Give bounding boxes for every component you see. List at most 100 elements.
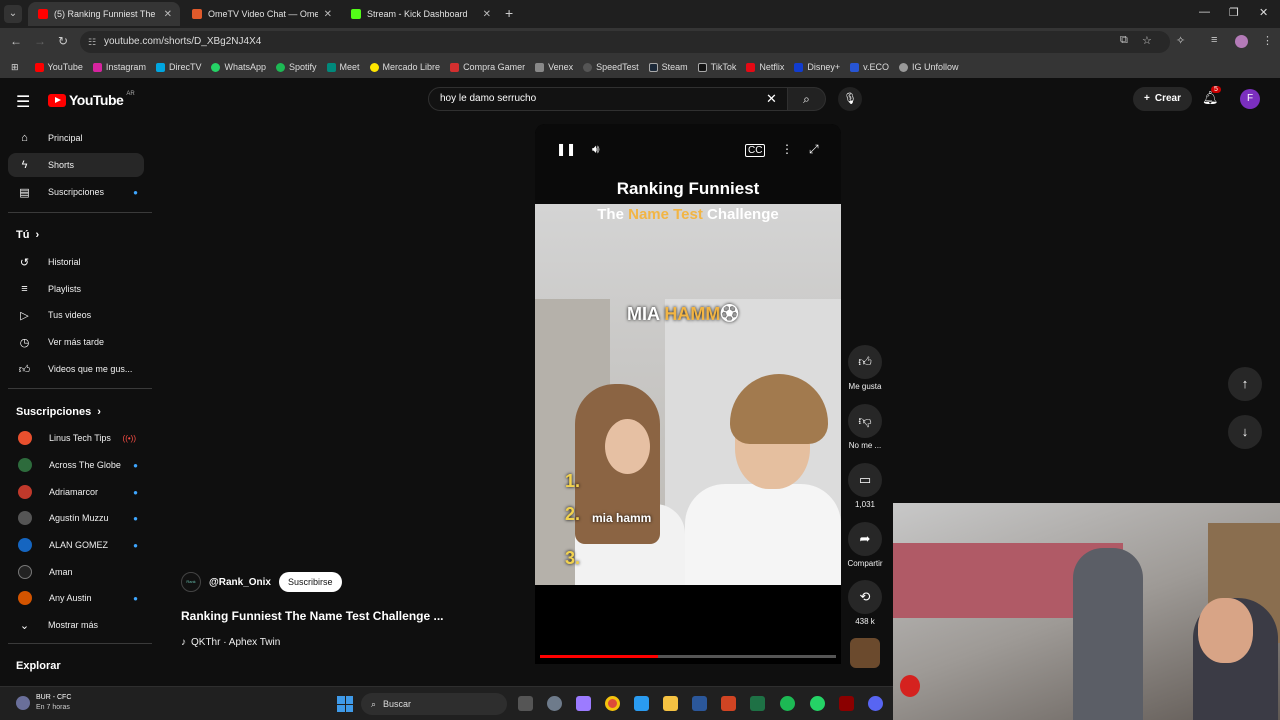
shorts-player[interactable]: ❚❚ 🔊︎ CC ⋮ ⤢ Ranking Funniest The Name T… bbox=[535, 124, 841, 664]
bookmark-compra-gamer[interactable]: Compra Gamer bbox=[447, 62, 528, 72]
apps-icon[interactable]: ⊞ bbox=[8, 62, 22, 73]
dislike-button[interactable]: 👎︎ No me ... bbox=[844, 404, 886, 450]
share-button[interactable]: ➦ Compartir bbox=[844, 522, 886, 568]
sidebar-sub-alan-gomez[interactable]: ALAN GOMEZ ● bbox=[8, 533, 144, 557]
extensions-icon[interactable]: ✧ bbox=[1176, 34, 1185, 47]
account-avatar[interactable]: F bbox=[1240, 89, 1260, 109]
bookmark-directv[interactable]: DirecTV bbox=[153, 62, 205, 72]
sidebar-item-principal[interactable]: ⌂ Principal bbox=[8, 126, 144, 150]
taskbar-search[interactable]: ⌕ Buscar bbox=[361, 693, 507, 715]
comments-button[interactable]: ▭ 1,031 bbox=[844, 463, 886, 509]
sidebar-item-ver-mas-tarde[interactable]: ◷ Ver más tarde bbox=[8, 330, 144, 354]
bookmark-youtube[interactable]: YouTube bbox=[32, 62, 86, 72]
bookmark-spotify[interactable]: Spotify bbox=[273, 62, 320, 72]
voice-search-button[interactable]: 🎙 bbox=[838, 87, 862, 111]
create-button[interactable]: + Crear bbox=[1133, 87, 1192, 111]
app-icon[interactable] bbox=[839, 696, 854, 711]
sidebar-item-shorts[interactable]: ϟ Shorts bbox=[8, 153, 144, 177]
notifications-button[interactable]: 🔔︎ 5 bbox=[1202, 86, 1221, 106]
sidebar-sub-adriamarcor[interactable]: Adriamarcor ● bbox=[8, 480, 144, 504]
file-explorer-icon[interactable] bbox=[663, 696, 678, 711]
bookmark-tiktok[interactable]: TikTok bbox=[695, 62, 740, 72]
bookmark-ig-unfollow[interactable]: IG Unfollow bbox=[896, 62, 962, 72]
video-progress-bar[interactable] bbox=[540, 655, 836, 658]
bookmark-instagram[interactable]: Instagram bbox=[90, 62, 149, 72]
tab-youtube[interactable]: (5) Ranking Funniest The N ✕ bbox=[28, 2, 180, 26]
media-icon[interactable]: ≡ bbox=[1211, 34, 1217, 46]
word-icon[interactable] bbox=[692, 696, 707, 711]
site-info-icon[interactable]: ☷ bbox=[88, 31, 96, 53]
short-title[interactable]: Ranking Funniest The Name Test Challenge… bbox=[181, 609, 444, 623]
minimize-icon[interactable]: — bbox=[1199, 6, 1210, 18]
audio-thumbnail[interactable] bbox=[844, 638, 886, 668]
browser-profile-avatar[interactable] bbox=[1235, 35, 1248, 48]
bookmark-steam[interactable]: Steam bbox=[646, 62, 691, 72]
weather-widget[interactable]: BUR - CFC En 7 horas bbox=[16, 693, 71, 713]
settings-gear-icon[interactable] bbox=[547, 696, 562, 711]
sidebar-sub-agustin-muzzu[interactable]: Agustín Muzzu ● bbox=[8, 506, 144, 530]
powerpoint-icon[interactable] bbox=[721, 696, 736, 711]
volume-icon[interactable]: 🔊︎ bbox=[592, 142, 600, 157]
next-short-button[interactable]: ↓ bbox=[1228, 415, 1262, 449]
edge-icon[interactable] bbox=[634, 696, 649, 711]
tab-ometv[interactable]: OmeTV Video Chat — Omegle ✕ bbox=[182, 2, 340, 26]
sidebar-sub-aman[interactable]: Aman bbox=[8, 560, 144, 584]
spotify-icon[interactable] bbox=[780, 696, 795, 711]
copilot-icon[interactable] bbox=[576, 696, 591, 711]
bookmark-meet[interactable]: Meet bbox=[324, 62, 363, 72]
chrome-icon[interactable] bbox=[605, 696, 620, 711]
search-button[interactable]: ⌕ bbox=[788, 87, 826, 111]
bookmark-netflix[interactable]: Netflix bbox=[743, 62, 787, 72]
youtube-logo[interactable]: YouTube AR bbox=[48, 91, 135, 108]
sidebar-sub-across-the-globe[interactable]: Across The Globe ● bbox=[8, 453, 144, 477]
tab-kick[interactable]: Stream - Kick Dashboard ✕ bbox=[341, 2, 499, 26]
captions-icon[interactable]: CC bbox=[745, 144, 766, 157]
bookmark-speedtest[interactable]: SpeedTest bbox=[580, 62, 642, 72]
excel-icon[interactable] bbox=[750, 696, 765, 711]
bookmark-whatsapp[interactable]: WhatsApp bbox=[208, 62, 269, 72]
more-options-icon[interactable]: ⋮ bbox=[781, 142, 793, 156]
fullscreen-icon[interactable]: ⤢ bbox=[809, 142, 819, 157]
close-icon[interactable]: ✕ bbox=[483, 9, 491, 20]
channel-name[interactable]: @Rank_Onix bbox=[209, 577, 271, 588]
sidebar-item-playlists[interactable]: ≡ Playlists bbox=[8, 277, 144, 301]
clear-search-icon[interactable]: ✕ bbox=[766, 91, 777, 107]
install-app-icon[interactable]: ⧉ bbox=[1120, 34, 1128, 47]
sidebar-item-liked-videos[interactable]: 👍︎ Videos que me gus... bbox=[8, 357, 144, 381]
back-icon[interactable]: ← bbox=[10, 34, 22, 48]
channel-avatar[interactable]: Rank bbox=[181, 572, 201, 592]
remix-button[interactable]: ⟲ 438 k bbox=[844, 580, 886, 626]
sidebar-item-tus-videos[interactable]: ▷ Tus videos bbox=[8, 303, 144, 327]
sidebar-sub-linus-tech-tips[interactable]: Linus Tech Tips ((•)) bbox=[8, 426, 144, 450]
show-more-button[interactable]: ⌄ Mostrar más bbox=[8, 613, 144, 637]
close-window-icon[interactable]: ✕ bbox=[1259, 6, 1268, 19]
windows-start-icon[interactable] bbox=[337, 696, 353, 712]
bookmark-mercado-libre[interactable]: Mercado Libre bbox=[367, 62, 444, 72]
forward-icon[interactable]: → bbox=[34, 34, 46, 48]
whatsapp-icon[interactable] bbox=[810, 696, 825, 711]
maximize-icon[interactable]: ❐ bbox=[1229, 6, 1239, 19]
bookmark-veco[interactable]: v.ECO bbox=[847, 62, 892, 72]
bookmark-star-icon[interactable]: ☆ bbox=[1142, 34, 1152, 47]
subscriptions-section-heading[interactable]: Suscripciones › bbox=[16, 406, 101, 418]
close-icon[interactable]: ✕ bbox=[324, 9, 332, 20]
music-info[interactable]: ♪ QKThr · Aphex Twin bbox=[181, 637, 280, 648]
task-view-icon[interactable] bbox=[518, 696, 533, 711]
discord-icon[interactable] bbox=[868, 696, 883, 711]
sidebar-item-suscripciones[interactable]: ▤ Suscripciones ● bbox=[8, 180, 144, 204]
menu-icon[interactable]: ☰ bbox=[16, 92, 30, 112]
browser-menu-icon[interactable]: ⋮ bbox=[1262, 34, 1273, 47]
url-field[interactable]: ☷ youtube.com/shorts/D_XBg2NJ4X4 bbox=[80, 31, 1170, 53]
close-icon[interactable]: ✕ bbox=[164, 9, 172, 20]
tab-search-button[interactable]: ⌄ bbox=[4, 5, 22, 23]
new-tab-icon[interactable]: + bbox=[505, 5, 513, 21]
like-button[interactable]: 👍︎ Me gusta bbox=[844, 345, 886, 391]
subscribe-button[interactable]: Suscribirse bbox=[279, 572, 342, 592]
search-input[interactable]: hoy le damo serrucho bbox=[428, 87, 788, 111]
sidebar-item-historial[interactable]: ↺ Historial bbox=[8, 250, 144, 274]
reload-icon[interactable]: ↻ bbox=[58, 34, 68, 48]
sidebar-sub-any-austin[interactable]: Any Austin ● bbox=[8, 586, 144, 610]
bookmark-venex[interactable]: Venex bbox=[532, 62, 576, 72]
previous-short-button[interactable]: ↑ bbox=[1228, 367, 1262, 401]
you-section-heading[interactable]: Tú › bbox=[16, 229, 39, 241]
